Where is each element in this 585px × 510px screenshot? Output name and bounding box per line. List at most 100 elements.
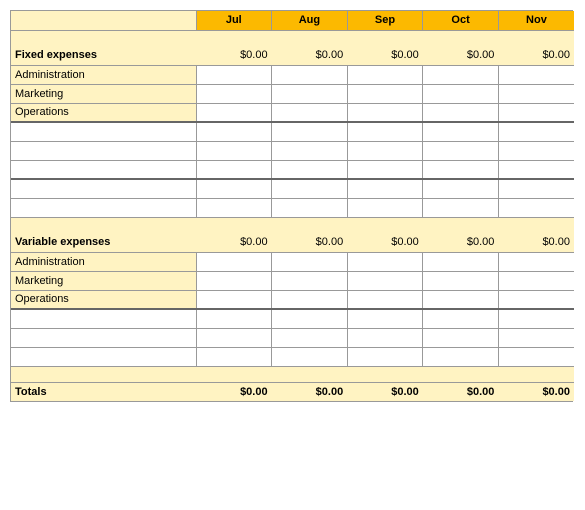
blank-row bbox=[11, 328, 574, 347]
section-value-cell[interactable]: $0.00 bbox=[196, 233, 272, 252]
section-value-cell[interactable]: $0.00 bbox=[347, 46, 423, 65]
data-cell[interactable] bbox=[272, 290, 348, 309]
data-cell[interactable] bbox=[272, 65, 348, 84]
data-cell[interactable] bbox=[196, 179, 272, 198]
section-label: Fixed expenses bbox=[11, 46, 196, 65]
data-cell[interactable] bbox=[272, 271, 348, 290]
data-cell[interactable] bbox=[498, 290, 574, 309]
section-value-cell[interactable]: $0.00 bbox=[423, 46, 499, 65]
data-cell[interactable] bbox=[347, 160, 423, 179]
section-value-cell[interactable]: $0.00 bbox=[272, 233, 348, 252]
spreadsheet: Jul Aug Sep Oct Nov Fixed expenses $0.00… bbox=[10, 10, 573, 402]
data-cell[interactable] bbox=[272, 309, 348, 328]
data-cell[interactable] bbox=[196, 122, 272, 141]
data-cell[interactable] bbox=[347, 271, 423, 290]
data-cell[interactable] bbox=[196, 198, 272, 217]
data-cell[interactable] bbox=[347, 122, 423, 141]
data-cell[interactable] bbox=[196, 160, 272, 179]
data-cell[interactable] bbox=[423, 309, 499, 328]
data-cell[interactable] bbox=[498, 198, 574, 217]
blank-row bbox=[11, 141, 574, 160]
category-label: Operations bbox=[11, 103, 196, 122]
data-cell[interactable] bbox=[423, 179, 499, 198]
data-cell[interactable] bbox=[196, 309, 272, 328]
data-cell[interactable] bbox=[272, 160, 348, 179]
data-cell[interactable] bbox=[423, 290, 499, 309]
data-cell[interactable] bbox=[423, 347, 499, 366]
data-cell[interactable] bbox=[347, 141, 423, 160]
data-cell[interactable] bbox=[423, 122, 499, 141]
data-cell[interactable] bbox=[498, 160, 574, 179]
data-cell[interactable] bbox=[196, 328, 272, 347]
data-cell[interactable] bbox=[498, 65, 574, 84]
data-cell[interactable] bbox=[196, 271, 272, 290]
data-cell[interactable] bbox=[196, 347, 272, 366]
data-cell[interactable] bbox=[196, 141, 272, 160]
category-row: Operations bbox=[11, 290, 574, 309]
category-row: Marketing bbox=[11, 271, 574, 290]
section-value-cell[interactable]: $0.00 bbox=[347, 233, 423, 252]
category-label: Marketing bbox=[11, 271, 196, 290]
data-cell[interactable] bbox=[498, 328, 574, 347]
data-cell[interactable] bbox=[423, 84, 499, 103]
data-cell[interactable] bbox=[498, 122, 574, 141]
data-cell[interactable] bbox=[196, 252, 272, 271]
blank-label bbox=[11, 347, 196, 366]
data-cell[interactable] bbox=[272, 122, 348, 141]
data-cell[interactable] bbox=[498, 252, 574, 271]
section-value-cell[interactable]: $0.00 bbox=[196, 46, 272, 65]
data-cell[interactable] bbox=[347, 65, 423, 84]
blank-label bbox=[11, 179, 196, 198]
data-cell[interactable] bbox=[347, 198, 423, 217]
data-cell[interactable] bbox=[347, 84, 423, 103]
data-cell[interactable] bbox=[498, 309, 574, 328]
data-cell[interactable] bbox=[347, 309, 423, 328]
data-cell[interactable] bbox=[347, 290, 423, 309]
data-cell[interactable] bbox=[196, 103, 272, 122]
section-variable-expenses: Variable expenses $0.00 $0.00 $0.00 $0.0… bbox=[11, 233, 574, 252]
data-cell[interactable] bbox=[272, 179, 348, 198]
data-cell[interactable] bbox=[498, 103, 574, 122]
section-value-cell[interactable]: $0.00 bbox=[272, 46, 348, 65]
data-cell[interactable] bbox=[423, 271, 499, 290]
section-value-cell[interactable]: $0.00 bbox=[498, 46, 574, 65]
data-cell[interactable] bbox=[498, 271, 574, 290]
data-cell[interactable] bbox=[423, 198, 499, 217]
data-cell[interactable] bbox=[498, 141, 574, 160]
data-cell[interactable] bbox=[498, 347, 574, 366]
totals-value-cell: $0.00 bbox=[423, 382, 499, 401]
data-cell[interactable] bbox=[272, 252, 348, 271]
category-label: Administration bbox=[11, 252, 196, 271]
data-cell[interactable] bbox=[272, 103, 348, 122]
data-cell[interactable] bbox=[347, 179, 423, 198]
data-cell[interactable] bbox=[347, 103, 423, 122]
data-cell[interactable] bbox=[272, 198, 348, 217]
data-cell[interactable] bbox=[423, 252, 499, 271]
data-cell[interactable] bbox=[347, 328, 423, 347]
month-header: Sep bbox=[347, 11, 423, 30]
category-row: Administration bbox=[11, 65, 574, 84]
data-cell[interactable] bbox=[423, 103, 499, 122]
data-cell[interactable] bbox=[196, 84, 272, 103]
data-cell[interactable] bbox=[498, 84, 574, 103]
data-cell[interactable] bbox=[423, 328, 499, 347]
data-cell[interactable] bbox=[196, 65, 272, 84]
data-cell[interactable] bbox=[272, 84, 348, 103]
section-value-cell[interactable]: $0.00 bbox=[423, 233, 499, 252]
totals-row: Totals $0.00 $0.00 $0.00 $0.00 $0.00 bbox=[11, 382, 574, 401]
data-cell[interactable] bbox=[272, 347, 348, 366]
data-cell[interactable] bbox=[347, 347, 423, 366]
section-value-cell[interactable]: $0.00 bbox=[498, 233, 574, 252]
data-cell[interactable] bbox=[347, 252, 423, 271]
data-cell[interactable] bbox=[196, 290, 272, 309]
data-cell[interactable] bbox=[272, 328, 348, 347]
budget-table: Jul Aug Sep Oct Nov Fixed expenses $0.00… bbox=[11, 11, 574, 401]
data-cell[interactable] bbox=[423, 160, 499, 179]
data-cell[interactable] bbox=[423, 65, 499, 84]
totals-value-cell: $0.00 bbox=[498, 382, 574, 401]
totals-value-cell: $0.00 bbox=[272, 382, 348, 401]
blank-row bbox=[11, 179, 574, 198]
data-cell[interactable] bbox=[498, 179, 574, 198]
data-cell[interactable] bbox=[272, 141, 348, 160]
data-cell[interactable] bbox=[423, 141, 499, 160]
